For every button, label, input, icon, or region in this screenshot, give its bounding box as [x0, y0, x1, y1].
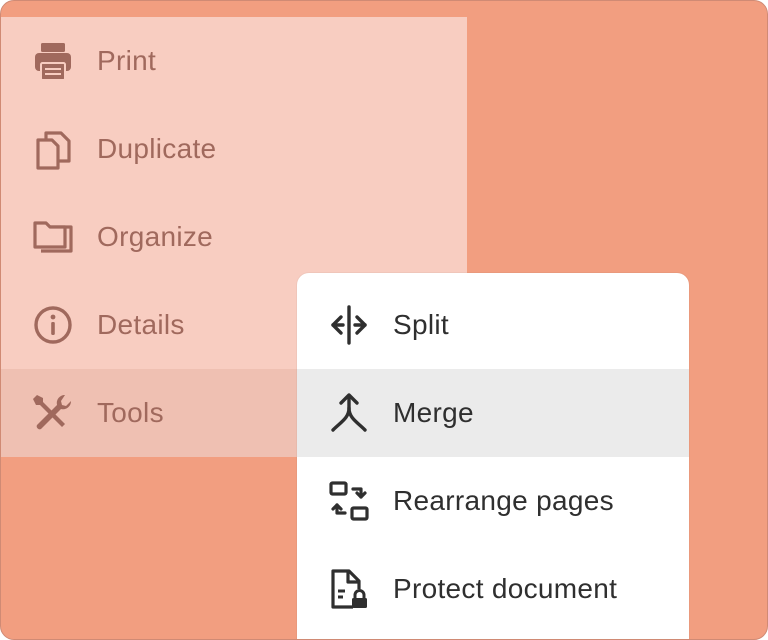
lock-document-icon: [327, 567, 371, 611]
folders-icon: [31, 215, 75, 259]
menu-item-label: Details: [97, 309, 185, 340]
menu-item-label: Duplicate: [97, 133, 217, 164]
menu-item-label: Tools: [97, 397, 164, 428]
duplicate-icon: [31, 127, 75, 171]
submenu-item-split[interactable]: Split: [297, 281, 689, 369]
submenu-item-merge[interactable]: Merge: [297, 369, 689, 457]
split-icon: [327, 303, 371, 347]
menu-item-duplicate[interactable]: Duplicate: [1, 105, 467, 193]
menu-item-organize[interactable]: Organize: [1, 193, 467, 281]
tools-icon: [31, 391, 75, 435]
submenu-item-label: Rearrange pages: [393, 485, 614, 516]
tools-submenu: Split Merge Rearrange pages Protect docu…: [297, 273, 689, 639]
submenu-item-label: Split: [393, 309, 449, 340]
submenu-item-protect-document[interactable]: Protect document: [297, 545, 689, 633]
info-icon: [31, 303, 75, 347]
menu-item-label: Organize: [97, 221, 214, 252]
submenu-item-label: Protect document: [393, 573, 618, 604]
submenu-item-label: Merge: [393, 397, 474, 428]
merge-icon: [327, 391, 371, 435]
menu-item-label: Print: [97, 45, 157, 76]
rearrange-icon: [327, 479, 371, 523]
printer-icon: [31, 39, 75, 83]
app-frame: Print Duplicate Organize Details Tools S…: [0, 0, 768, 640]
menu-item-print[interactable]: Print: [1, 17, 467, 105]
submenu-item-rearrange-pages[interactable]: Rearrange pages: [297, 457, 689, 545]
